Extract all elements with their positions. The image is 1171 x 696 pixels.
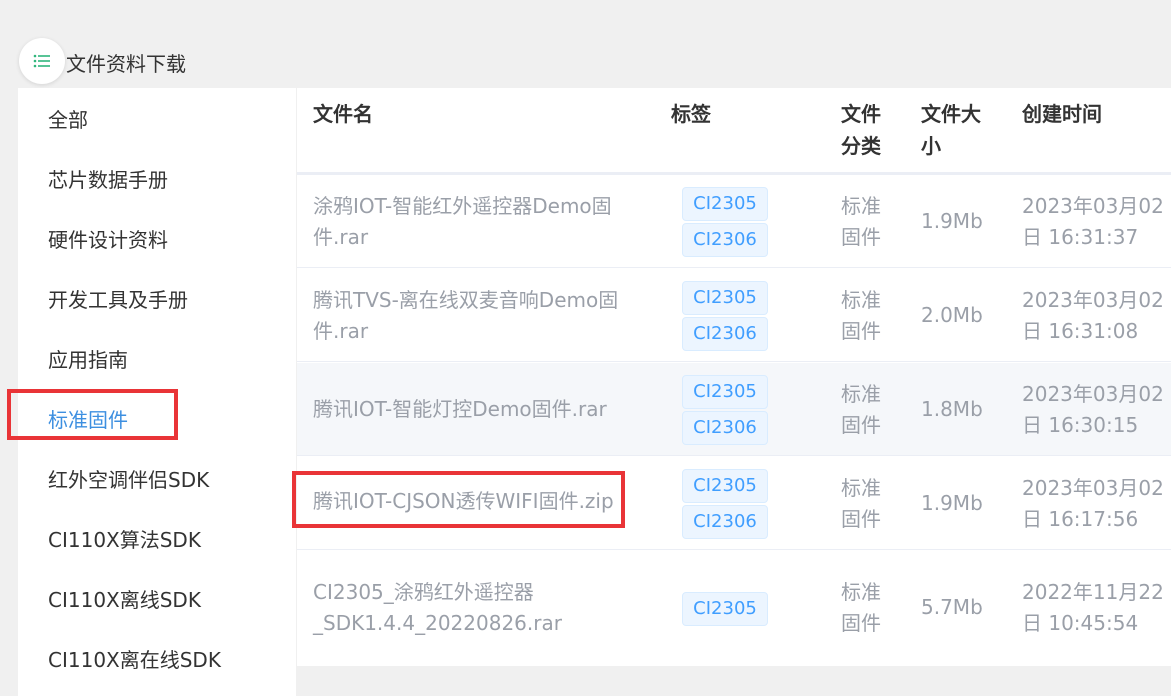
column-header-filename: 文件名: [313, 102, 373, 126]
file-name-line2: 件.rar: [313, 319, 369, 343]
file-category-line1: 标准: [841, 580, 881, 604]
column-header-tags: 标签: [671, 102, 711, 126]
file-size: 1.8Mb: [921, 397, 983, 421]
tag-badge: CI2306: [682, 410, 768, 445]
file-name-line2: 件.rar: [313, 225, 369, 249]
file-category-line1: 标准: [841, 476, 881, 500]
column-header-size-line2: 小: [921, 134, 941, 158]
file-name-link[interactable]: 腾讯IOT-智能灯控Demo固件.rar: [313, 394, 638, 425]
table-row[interactable]: CI2305_涂鸦红外遥控器 _SDK1.4.4_20220826.rar CI…: [297, 551, 1171, 666]
file-name-link[interactable]: 涂鸦IOT-智能红外遥控器Demo固 件.rar: [313, 191, 638, 253]
tag-badge: CI2306: [682, 222, 768, 257]
sidebar-item-app-guides[interactable]: 应用指南: [48, 340, 128, 380]
file-size: 1.9Mb: [921, 491, 983, 515]
file-name-link[interactable]: 腾讯TVS-离在线双麦音响Demo固 件.rar: [313, 285, 638, 347]
file-date-line2: 日 16:30:15: [1022, 413, 1139, 437]
file-name-line2: _SDK1.4.4_20220826.rar: [313, 611, 562, 635]
tag-badge: CI2305: [682, 186, 768, 221]
sidebar-item-ci110x-algorithm-sdk[interactable]: CI110X算法SDK: [48, 520, 201, 560]
file-name-line1: CI2305_涂鸦红外遥控器: [313, 580, 534, 604]
file-category: 标准 固件: [841, 473, 891, 535]
file-created-time: 2022年11月22 日 10:45:54: [1022, 577, 1171, 639]
file-date-line2: 日 16:17:56: [1022, 507, 1139, 531]
tag-badge: CI2305: [682, 591, 768, 626]
file-date-line2: 日 16:31:08: [1022, 319, 1139, 343]
file-name-link[interactable]: 腾讯IOT-CJSON透传WIFI固件.zip: [313, 486, 638, 517]
file-created-time: 2023年03月02 日 16:17:56: [1022, 473, 1171, 535]
tag-group: CI2305 CI2306: [682, 269, 768, 362]
list-icon: [33, 54, 50, 68]
table-row[interactable]: 腾讯IOT-CJSON透传WIFI固件.zip CI2305 CI2306 标准…: [297, 457, 1171, 550]
sidebar-item-hardware-design[interactable]: 硬件设计资料: [48, 220, 168, 260]
sidebar-item-chip-datasheets[interactable]: 芯片数据手册: [48, 160, 168, 200]
file-created-time: 2023年03月02 日 16:30:15: [1022, 379, 1171, 441]
file-date-line1: 2022年11月22: [1022, 580, 1164, 604]
file-category-line2: 固件: [841, 225, 881, 249]
sidebar-item-standard-firmware[interactable]: 标准固件: [48, 400, 128, 440]
tag-badge: CI2305: [682, 468, 768, 503]
column-header-category-line1: 文件: [841, 102, 881, 126]
table-row[interactable]: 涂鸦IOT-智能红外遥控器Demo固 件.rar CI2305 CI2306 标…: [297, 175, 1171, 268]
column-header-size: 文件大 小: [921, 98, 981, 162]
file-created-time: 2023年03月02 日 16:31:37: [1022, 191, 1171, 253]
tag-badge: CI2305: [682, 374, 768, 409]
file-category-line1: 标准: [841, 382, 881, 406]
table-row[interactable]: 腾讯TVS-离在线双麦音响Demo固 件.rar CI2305 CI2306 标…: [297, 269, 1171, 362]
file-date-line2: 日 10:45:54: [1022, 611, 1139, 635]
table-row[interactable]: 腾讯IOT-智能灯控Demo固件.rar CI2305 CI2306 标准 固件…: [297, 363, 1171, 456]
file-category-line2: 固件: [841, 507, 881, 531]
file-category-line1: 标准: [841, 288, 881, 312]
file-date-line2: 日 16:31:37: [1022, 225, 1139, 249]
file-date-line1: 2023年03月02: [1022, 194, 1164, 218]
tag-group: CI2305 CI2306: [682, 175, 768, 268]
sidebar-item-ci110x-offline-sdk[interactable]: CI110X离线SDK: [48, 580, 201, 620]
file-category-line2: 固件: [841, 611, 881, 635]
category-sidebar: 全部 芯片数据手册 硬件设计资料 开发工具及手册 应用指南 标准固件 红外空调伴…: [18, 88, 296, 696]
tag-group: CI2305 CI2306: [682, 363, 768, 456]
file-category-line1: 标准: [841, 194, 881, 218]
file-size: 5.7Mb: [921, 595, 983, 619]
menu-button[interactable]: [19, 38, 65, 84]
file-size: 2.0Mb: [921, 303, 983, 327]
column-header-size-line1: 文件大: [921, 102, 981, 126]
tag-group: CI2305 CI2306: [682, 457, 768, 550]
tag-badge: CI2305: [682, 280, 768, 315]
tag-group: CI2305: [682, 551, 768, 666]
column-header-category-line2: 分类: [841, 134, 881, 158]
file-size: 1.9Mb: [921, 209, 983, 233]
file-name-link[interactable]: CI2305_涂鸦红外遥控器 _SDK1.4.4_20220826.rar: [313, 577, 638, 639]
file-created-time: 2023年03月02 日 16:31:08: [1022, 285, 1171, 347]
file-name-line1: 腾讯TVS-离在线双麦音响Demo固: [313, 288, 619, 312]
section-title: 文件资料下载: [66, 52, 186, 76]
file-date-line1: 2023年03月02: [1022, 288, 1164, 312]
sidebar-item-dev-tools[interactable]: 开发工具及手册: [48, 280, 188, 320]
sidebar-item-ir-ac-sdk[interactable]: 红外空调伴侣SDK: [48, 460, 209, 500]
file-category: 标准 固件: [841, 379, 891, 441]
file-category: 标准 固件: [841, 285, 891, 347]
file-table: 文件名 标签 文件 分类 文件大 小 创建时间 涂鸦IOT-智能红外遥控器Dem…: [297, 88, 1171, 666]
file-date-line1: 2023年03月02: [1022, 476, 1164, 500]
file-date-line1: 2023年03月02: [1022, 382, 1164, 406]
column-header-category: 文件 分类: [841, 98, 881, 162]
file-category-line2: 固件: [841, 413, 881, 437]
tag-badge: CI2306: [682, 504, 768, 539]
file-category-line2: 固件: [841, 319, 881, 343]
file-category: 标准 固件: [841, 191, 891, 253]
tag-badge: CI2306: [682, 316, 768, 351]
sidebar-item-ci110x-online-offline-sdk[interactable]: CI110X离在线SDK: [48, 640, 221, 680]
file-category: 标准 固件: [841, 577, 891, 639]
sidebar-item-all[interactable]: 全部: [48, 100, 88, 140]
file-name-line1: 涂鸦IOT-智能红外遥控器Demo固: [313, 194, 612, 218]
column-header-created: 创建时间: [1022, 102, 1102, 126]
